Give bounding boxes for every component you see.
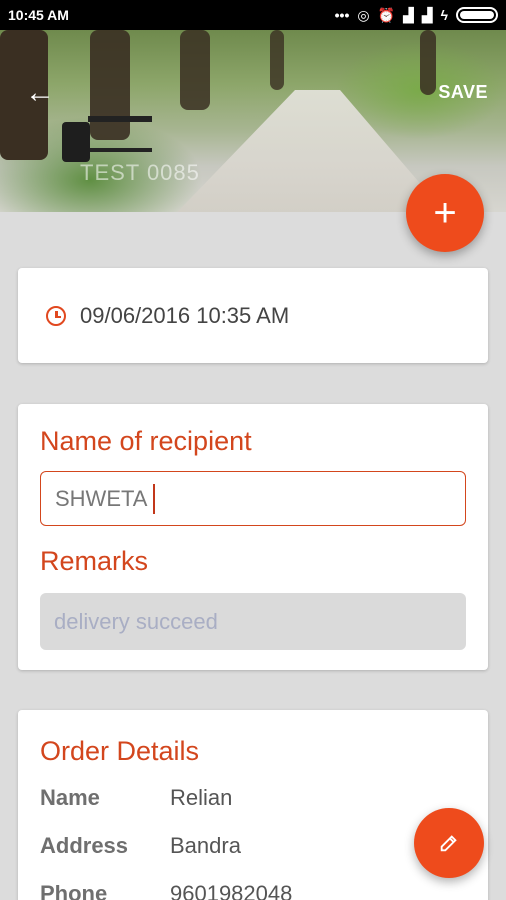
header-title: TEST 0085 xyxy=(80,160,200,185)
tree-trunk xyxy=(270,30,284,90)
edit-pencil-icon xyxy=(440,835,457,852)
remarks-input[interactable]: delivery succeed xyxy=(40,593,466,650)
charging-icon: ϟ xyxy=(440,7,448,23)
trash-bin xyxy=(62,122,90,162)
save-button[interactable]: SAVE xyxy=(438,82,488,103)
order-row: Phone 9601982048 xyxy=(40,881,466,900)
clock-icon xyxy=(46,305,66,326)
order-details-card: Order Details Name Relian Address Bandra… xyxy=(18,710,488,900)
edit-button[interactable] xyxy=(414,808,484,878)
status-icons: ••• ◎ ⏰ ▟ ▟ ϟ xyxy=(335,7,498,24)
recipient-input[interactable]: SHWETA xyxy=(40,471,466,526)
add-button[interactable]: + xyxy=(406,174,484,252)
order-key-address: Address xyxy=(40,833,129,858)
order-value-address: Bandra xyxy=(170,833,241,858)
signal-2-icon: ▟ xyxy=(421,6,433,23)
signal-icon: ▟ xyxy=(403,6,414,23)
datetime-text[interactable]: 09/06/2016 10:35 AM xyxy=(80,303,289,329)
status-bar: 10:45 AM ••• ◎ ⏰ ▟ ▟ ϟ xyxy=(0,0,506,30)
battery-icon xyxy=(456,7,498,23)
status-time: 10:45 AM xyxy=(8,7,69,23)
datetime-card: 09/06/2016 10:35 AM xyxy=(18,268,488,363)
order-value-phone: 9601982048 xyxy=(170,881,293,900)
back-arrow-icon[interactable]: ← xyxy=(22,76,58,112)
bench xyxy=(88,116,152,152)
remarks-placeholder: delivery succeed xyxy=(54,608,218,634)
alarm-icon: ⏰ xyxy=(377,6,396,23)
text-cursor xyxy=(153,483,156,514)
order-details-title: Order Details xyxy=(40,736,200,766)
remarks-label: Remarks xyxy=(40,546,149,576)
tree-trunk xyxy=(180,30,210,110)
recipient-label: Name of recipient xyxy=(40,426,252,456)
delivery-form-card: Name of recipient SHWETA Remarks deliver… xyxy=(18,404,488,670)
order-row: Name Relian xyxy=(40,785,466,833)
hotspot-icon: ◎ xyxy=(357,6,370,23)
order-key-phone: Phone xyxy=(40,881,108,900)
tree-trunk xyxy=(420,30,436,95)
order-row: Address Bandra xyxy=(40,833,466,881)
order-value-name: Relian xyxy=(170,785,233,810)
add-icon: + xyxy=(433,190,457,235)
more-dots-icon: ••• xyxy=(334,7,350,23)
recipient-value: SHWETA xyxy=(55,485,148,511)
order-key-name: Name xyxy=(40,785,100,810)
